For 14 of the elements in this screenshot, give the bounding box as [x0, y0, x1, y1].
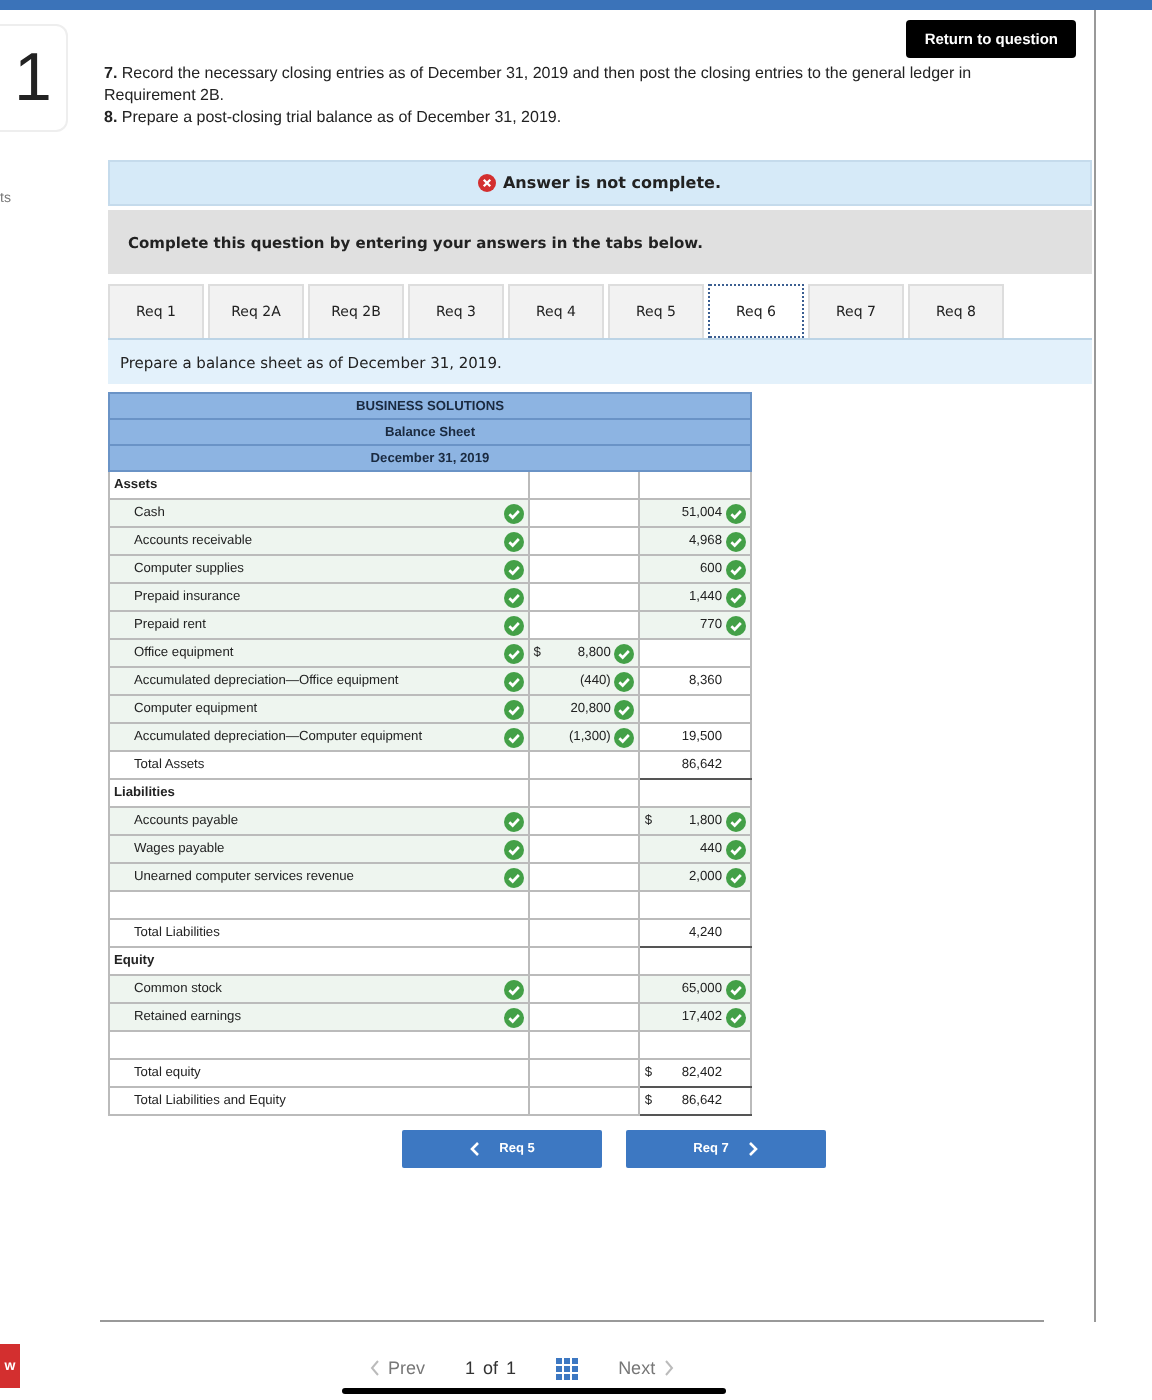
instruction-text: 8. Prepare a post-closing trial balance as of December 31, 2019.: [104, 106, 564, 128]
grid-icon[interactable]: [556, 1357, 579, 1379]
page-number: 1: [465, 1358, 476, 1378]
chevron-right-icon: [748, 1142, 759, 1156]
prev-page-link[interactable]: Prev: [370, 1358, 426, 1378]
next-page-link[interactable]: Next: [618, 1358, 674, 1378]
chevron-left-icon: [370, 1360, 380, 1376]
question-number: 1: [0, 24, 68, 132]
chevron-left-icon: [469, 1142, 480, 1156]
chevron-right-icon: [663, 1360, 674, 1376]
page-total: 1: [506, 1358, 517, 1378]
page-of: of: [483, 1358, 499, 1378]
status-message: Answer is not complete.: [502, 174, 722, 192]
instruction-text: 7. Record the necessary closing entries as of December 31, 2019 and then post the closing entries to the general ledger in Requirement 2B.: [104, 62, 974, 106]
